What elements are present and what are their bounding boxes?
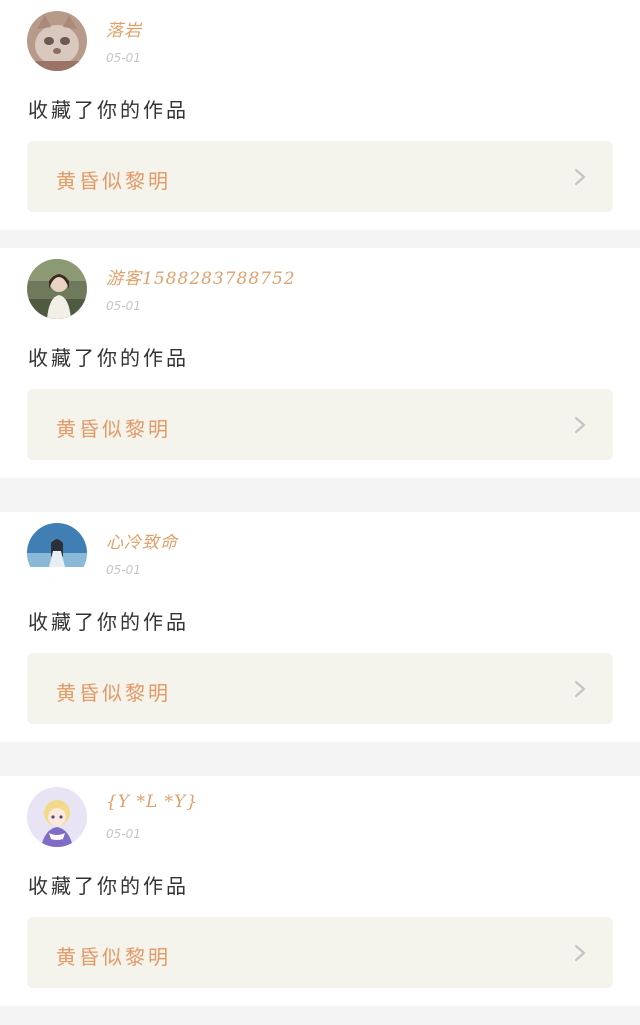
timestamp: 05-01 [106,299,141,313]
work-title: 黄昏似黎明 [56,417,171,441]
notification-card: 落岩 05-01 收藏了你的作品 黄昏似黎明 [0,0,640,230]
username[interactable]: {Y *L *Y} [106,792,198,812]
notification-card: 游客1588283788752 05-01 收藏了你的作品 黄昏似黎明 [0,248,640,478]
action-text: 收藏了你的作品 [28,874,189,898]
work-title: 黄昏似黎明 [56,681,171,705]
cat-photo-avatar-icon[interactable] [27,11,87,71]
work-link[interactable]: 黄昏似黎明 [27,141,613,212]
chevron-right-icon [574,168,586,186]
chevron-right-icon [574,416,586,434]
work-title: 黄昏似黎明 [56,945,171,969]
action-text: 收藏了你的作品 [28,346,189,370]
work-link[interactable]: 黄昏似黎明 [27,917,613,988]
work-link[interactable]: 黄昏似黎明 [27,389,613,460]
chevron-right-icon [574,944,586,962]
timestamp: 05-01 [106,827,141,841]
person-photo-avatar-icon[interactable] [27,259,87,319]
action-text: 收藏了你的作品 [28,98,189,122]
anime-girl-avatar-icon[interactable] [27,787,87,847]
chevron-right-icon [574,680,586,698]
notification-card: 心冷致命 05-01 收藏了你的作品 黄昏似黎明 [0,512,640,742]
work-link[interactable]: 黄昏似黎明 [27,653,613,724]
username[interactable]: 游客1588283788752 [106,264,296,289]
notification-feed: 落岩 05-01 收藏了你的作品 黄昏似黎明 游客1588283788752 0… [0,0,640,1025]
username[interactable]: 落岩 [106,16,142,41]
username[interactable]: 心冷致命 [106,528,178,553]
notification-card: {Y *L *Y} 05-01 收藏了你的作品 黄昏似黎明 [0,776,640,1006]
work-title: 黄昏似黎明 [56,169,171,193]
anime-figure-avatar-icon[interactable] [27,523,87,583]
timestamp: 05-01 [106,563,141,577]
timestamp: 05-01 [106,51,141,65]
action-text: 收藏了你的作品 [28,610,189,634]
